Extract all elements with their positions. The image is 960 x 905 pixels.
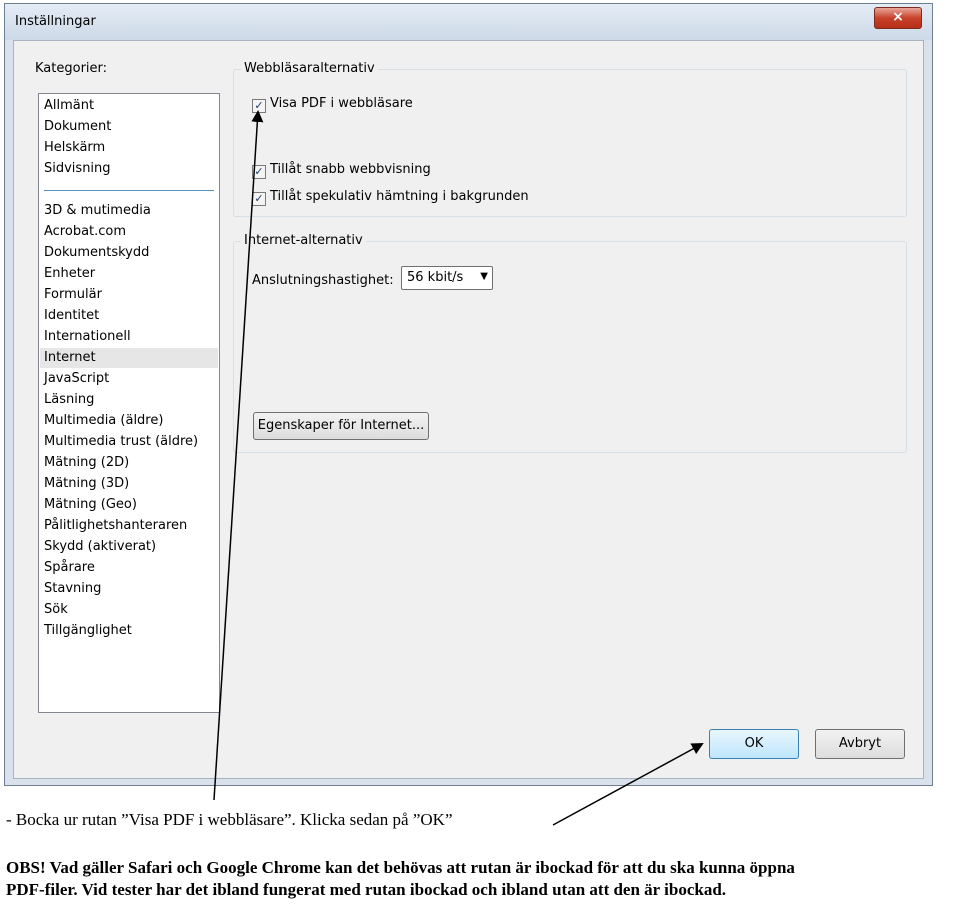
arrow-to-ok-button [552, 743, 704, 826]
arrow-to-checkbox [213, 110, 264, 801]
annotation-arrows [213, 110, 704, 826]
